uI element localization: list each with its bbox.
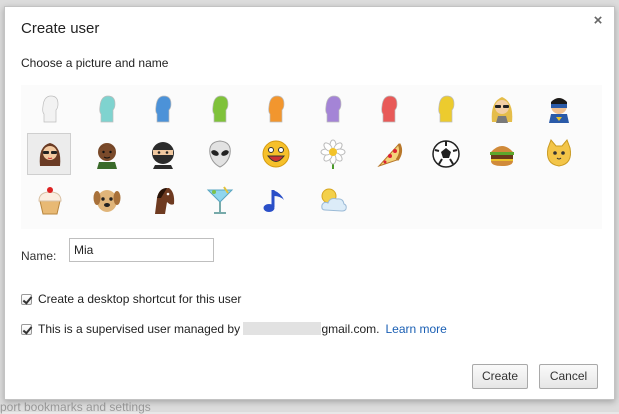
cancel-button[interactable]: Cancel [539,364,598,389]
burger-avatar[interactable] [479,133,523,175]
ninja-icon [152,142,174,169]
alien-icon [208,140,231,168]
supervised-label-suffix: gmail.com. [321,322,380,336]
cat-icon [546,139,571,167]
flower-icon [320,139,345,169]
man-icon [96,143,117,169]
blue-silhouette-icon [155,95,172,123]
smiley-avatar[interactable] [253,133,297,175]
burger-icon [490,146,514,166]
red-silhouette-icon [381,95,398,123]
superhero-avatar[interactable] [536,87,580,129]
white-silhouette-avatar[interactable] [27,87,71,129]
green-silhouette-avatar[interactable] [197,87,241,129]
alien-avatar[interactable] [197,133,241,175]
horse-icon [155,188,175,214]
dog-icon [93,190,120,212]
yellow-silhouette-icon [437,95,454,123]
cat-avatar[interactable] [536,133,580,175]
shortcut-checkbox-row: Create a desktop shortcut for this user [21,292,241,306]
yellow-silhouette-avatar[interactable] [423,87,467,129]
pizza-icon [377,143,403,168]
sun-cloud-icon [320,188,347,212]
orange-silhouette-icon [268,95,285,123]
supervised-label-prefix: This is a supervised user managed by [38,322,241,336]
dialog-title: Create user [21,20,100,37]
flower-avatar[interactable] [310,133,354,175]
green-silhouette-icon [211,95,228,123]
purple-silhouette-avatar[interactable] [310,87,354,129]
learn-more-link[interactable]: Learn more [385,322,446,336]
create-user-dialog: Create user × Choose a picture and name … [4,6,615,400]
purple-silhouette-icon [324,95,341,123]
choose-picture-label: Choose a picture and name [21,56,169,70]
create-button[interactable]: Create [472,364,528,389]
blonde-sunglasses-icon [491,97,513,123]
blue-silhouette-avatar[interactable] [140,87,184,129]
dog-avatar[interactable] [84,179,128,221]
music-note-avatar[interactable] [253,179,297,221]
cocktail-icon [206,186,233,214]
superhero-icon [548,98,569,123]
supervised-checkbox-row: This is a supervised user managed by gma… [21,322,447,336]
man-avatar[interactable] [84,133,128,175]
sun-cloud-avatar[interactable] [310,179,354,221]
smiley-icon [262,140,290,168]
cupcake-avatar[interactable] [27,179,71,221]
soccer-ball-avatar[interactable] [423,133,467,175]
horse-avatar[interactable] [140,179,184,221]
shortcut-checkbox[interactable] [21,294,32,305]
supervised-checkbox[interactable] [21,324,32,335]
woman-sunglasses-avatar[interactable] [27,133,71,175]
blonde-sunglasses-avatar[interactable] [479,87,523,129]
pizza-avatar[interactable] [366,133,410,175]
ninja-avatar[interactable] [140,133,184,175]
woman-sunglasses-icon [39,143,61,166]
name-input[interactable] [69,238,214,262]
redacted-email [243,322,322,335]
cocktail-avatar[interactable] [197,179,241,221]
close-icon[interactable]: × [591,13,605,28]
shortcut-checkbox-label: Create a desktop shortcut for this user [38,292,242,306]
cupcake-icon [38,187,62,215]
white-silhouette-icon [42,95,59,123]
music-note-icon [263,190,284,212]
red-silhouette-avatar[interactable] [366,87,410,129]
avatar-grid [21,85,602,229]
soccer-ball-icon [431,140,460,168]
teal-silhouette-icon [98,95,115,123]
orange-silhouette-avatar[interactable] [253,87,297,129]
name-label: Name: [21,249,57,263]
teal-silhouette-avatar[interactable] [84,87,128,129]
